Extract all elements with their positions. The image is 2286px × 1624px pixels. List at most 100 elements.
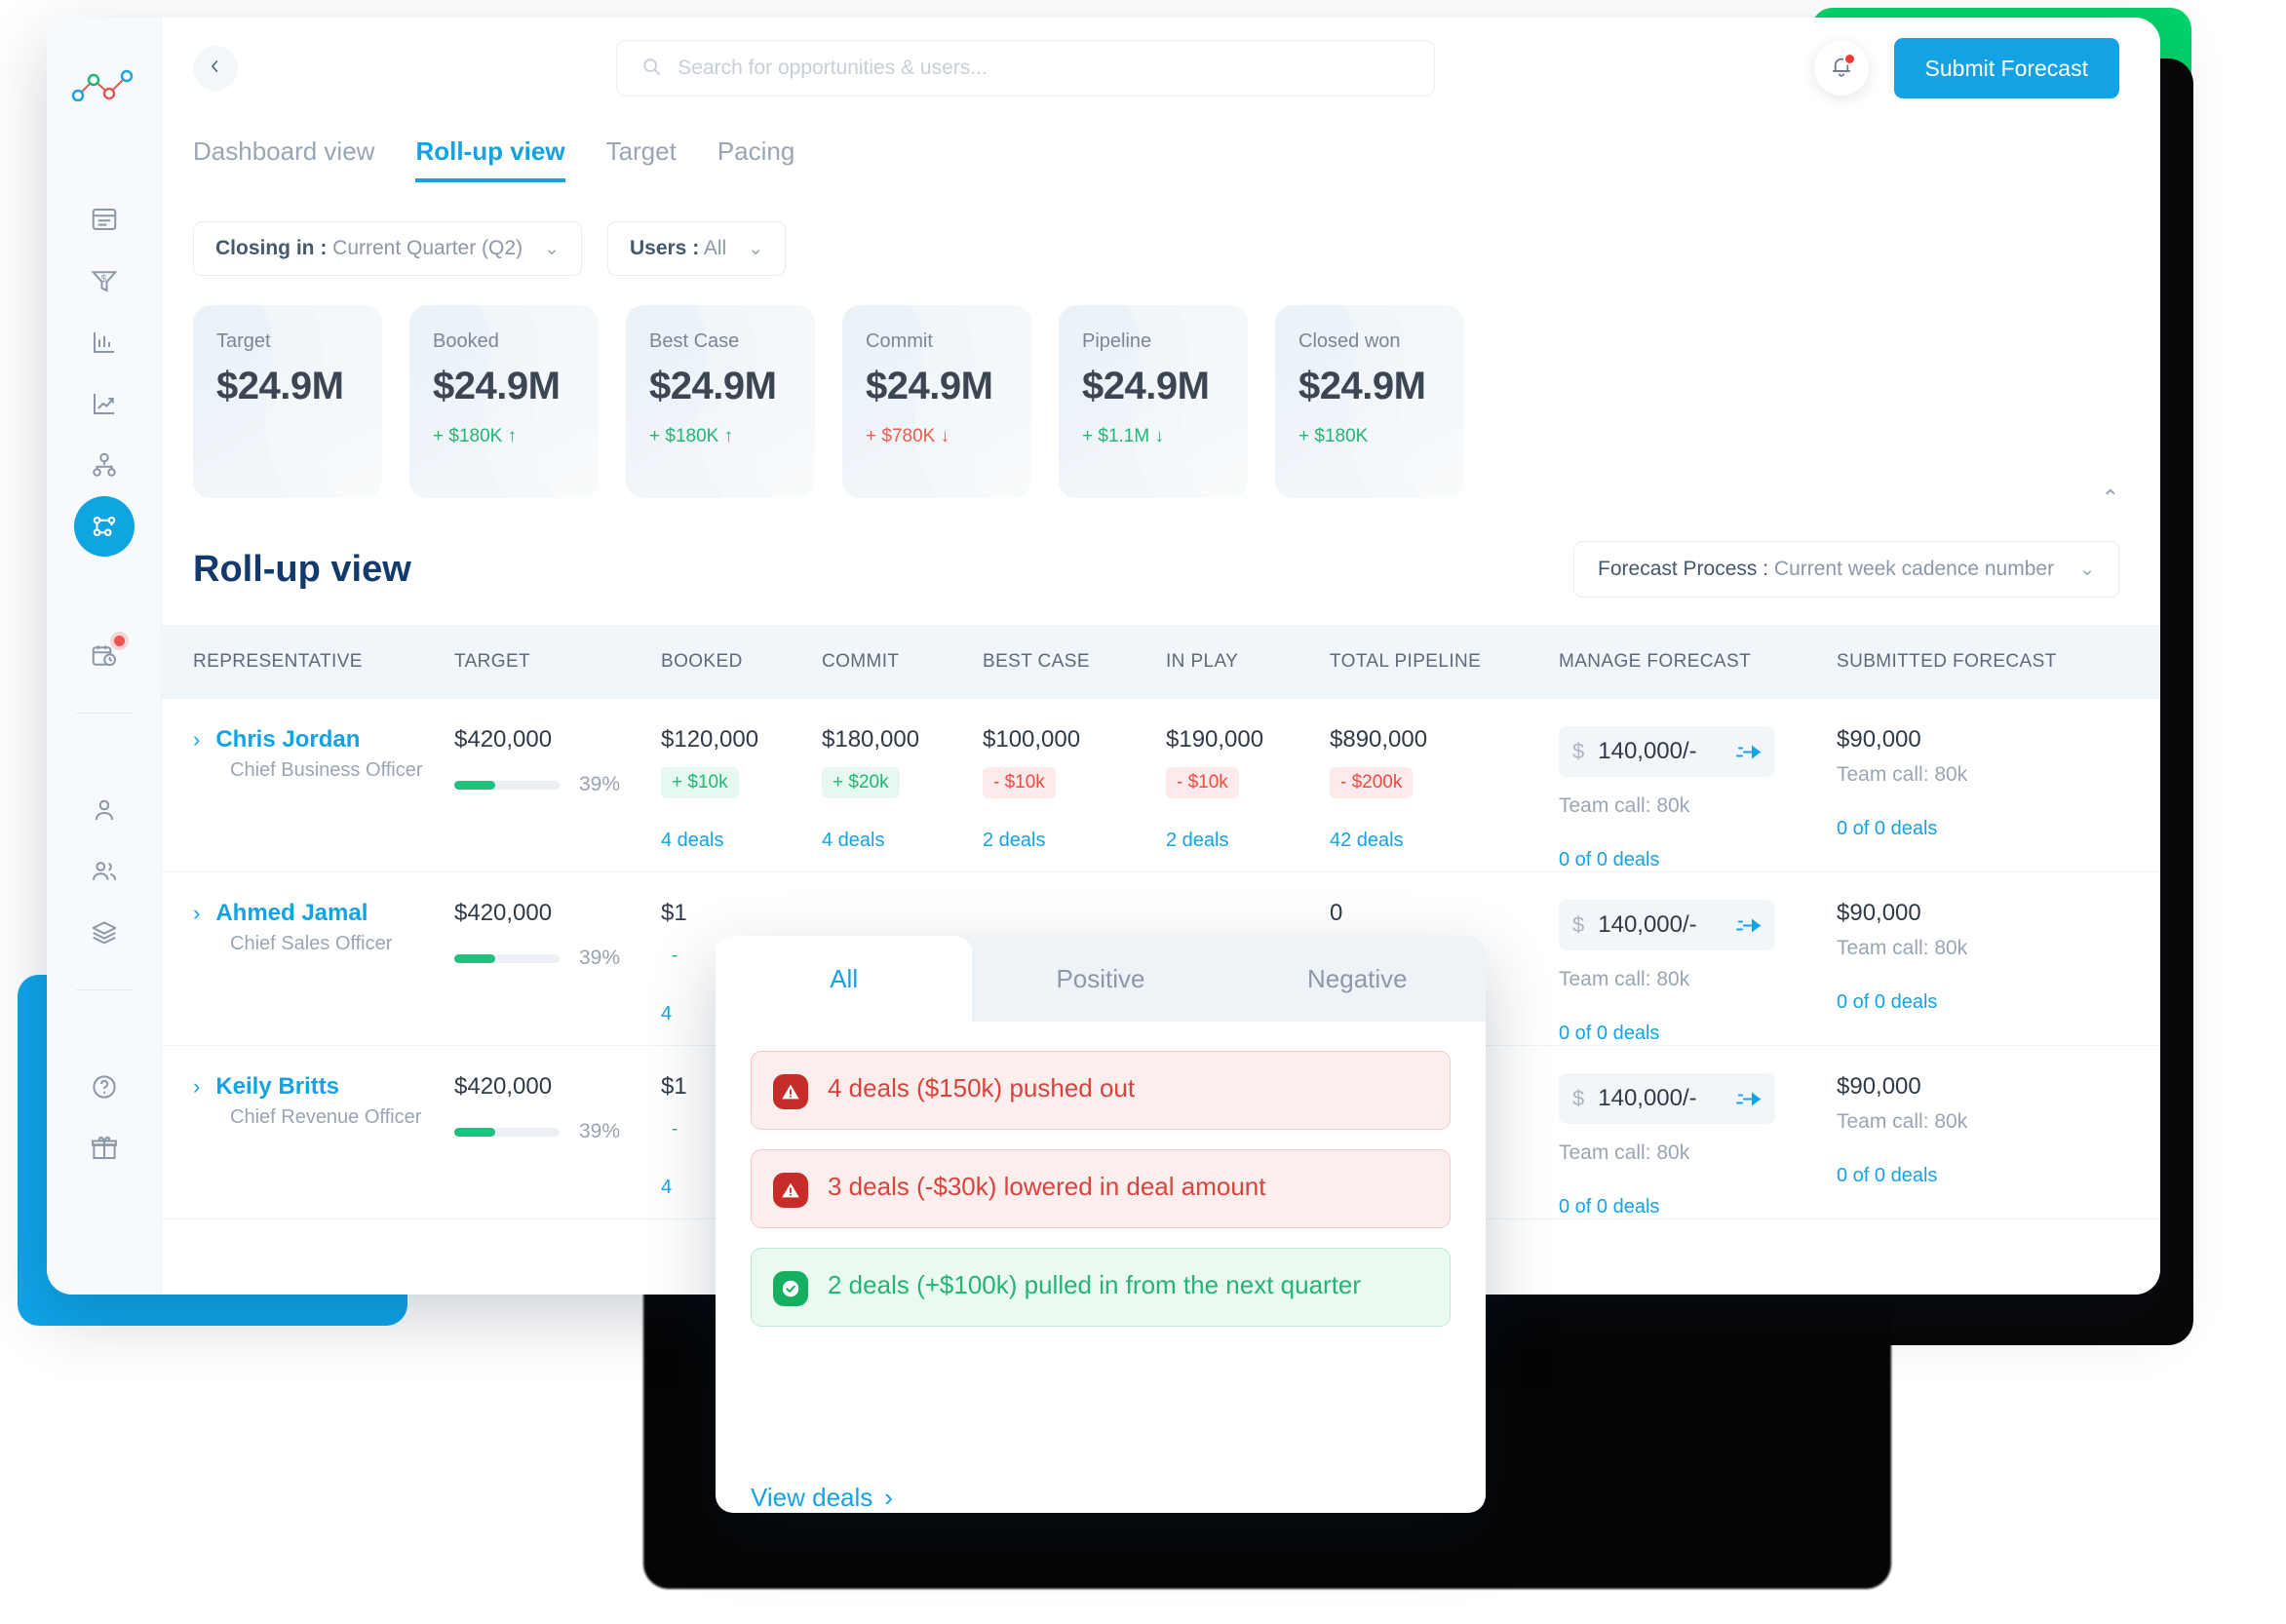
alert-item[interactable]: 3 deals (-$30k) lowered in deal amount [751,1149,1451,1228]
tab-target[interactable]: Target [606,136,677,182]
manage-team-call: Team call: 80k [1559,1141,1690,1164]
submitted-team-call: Team call: 80k [1837,763,1968,786]
popover-tabs: All Positive Negative [716,936,1486,1022]
search-box[interactable] [616,40,1436,97]
alert-item[interactable]: 2 deals (+$100k) pulled in from the next… [751,1248,1451,1327]
target-progress-pct: 39% [579,947,621,969]
sidebar-item-team[interactable] [74,841,135,902]
kpi-label: Closed won [1298,330,1401,352]
cell-target: $420,000 39% [454,726,661,796]
send-icon[interactable] [1735,742,1762,762]
best-case-deals-link[interactable]: 2 deals [983,830,1166,852]
manage-deals-link[interactable]: 0 of 0 deals [1559,1023,1837,1045]
cell-submitted-forecast: $90,000 Team call: 80k 0 of 0 deals [1837,900,2110,1014]
page-title: Roll-up view [193,548,411,590]
cell-representative: › Chris Jordan Chief Business Officer [193,726,454,782]
filter-closing-in-key: Closing in : [215,237,328,259]
kpi-card-best-case[interactable]: Best Case $24.9M + $180K ↑ [626,305,815,498]
tab-dashboard-view[interactable]: Dashboard view [193,136,374,182]
kpi-card-closed-won[interactable]: Closed won $24.9M + $180K [1275,305,1464,498]
pipeline-amount: 0 [1330,900,1343,926]
kpi-card-commit[interactable]: Commit $24.9M + $780K ↓ [842,305,1031,498]
manage-deals-link[interactable]: 0 of 0 deals [1559,849,1837,871]
back-button[interactable] [193,46,238,91]
sidebar-item-help[interactable] [74,1057,135,1117]
submitted-team-call: Team call: 80k [1837,1110,1968,1133]
kpi-delta-value: + $180K [1298,426,1369,446]
cell-commit: $180,000 + $20k 4 deals [822,726,983,852]
send-icon[interactable] [1735,915,1762,936]
send-icon[interactable] [1735,1089,1762,1109]
manage-forecast-value[interactable]: 140,000/- [1598,738,1722,765]
submitted-deals-link[interactable]: 0 of 0 deals [1837,818,2110,840]
pipeline-deals-link[interactable]: 42 deals [1330,830,1559,852]
alert-item[interactable]: 4 deals ($150k) pushed out [751,1051,1451,1130]
sidebar-item-trends[interactable] [74,373,135,434]
manage-forecast-value[interactable]: 140,000/- [1598,911,1722,939]
chevron-down-icon: ⌄ [2079,559,2095,580]
user-icon [90,795,119,825]
filter-users[interactable]: Users : All ⌄ [606,221,787,276]
expand-row-icon[interactable]: › [193,1074,200,1100]
manage-deals-link[interactable]: 0 of 0 deals [1559,1196,1837,1218]
in-play-deals-link[interactable]: 2 deals [1166,830,1330,852]
filter-closing-in[interactable]: Closing in : Current Quarter (Q2) ⌄ [193,221,582,276]
cell-submitted-forecast: $90,000 Team call: 80k 0 of 0 deals [1837,1073,2110,1187]
table-row[interactable]: › Chris Jordan Chief Business Officer $4… [162,699,2160,872]
expand-row-icon[interactable]: › [193,727,200,753]
submit-forecast-button[interactable]: Submit Forecast [1893,38,2119,98]
kpi-card-booked[interactable]: Booked $24.9M + $180K ↑ [409,305,599,498]
sidebar-item-rewards[interactable] [74,1118,135,1179]
representative-role: Chief Business Officer [230,759,423,781]
sidebar-item-reports[interactable] [74,312,135,372]
manage-forecast-input[interactable]: $ 140,000/- [1559,1073,1775,1124]
popover-tab-positive[interactable]: Positive [972,936,1228,1022]
svg-text:$: $ [100,274,106,285]
search-input[interactable] [678,57,1412,80]
kpi-card-target[interactable]: Target $24.9M [193,305,382,498]
warning-icon [773,1173,808,1208]
cell-manage-forecast: $ 140,000/- Team call: 80k 0 of 0 deals [1559,726,1837,871]
alert-text: 3 deals (-$30k) lowered in deal amount [828,1172,1266,1201]
sidebar-item-profile[interactable] [74,780,135,840]
representative-name[interactable]: Ahmed Jamal [215,900,368,927]
submitted-deals-link[interactable]: 0 of 0 deals [1837,1165,2110,1187]
representative-name[interactable]: Chris Jordan [215,726,360,754]
view-deals-link[interactable]: View deals › [716,1455,1486,1513]
line-chart-logo[interactable] [70,66,138,111]
manage-forecast-input[interactable]: $ 140,000/- [1559,726,1775,777]
commit-delta-chip: + $20k [822,767,900,798]
sidebar-item-rollup[interactable] [73,496,135,557]
representative-name[interactable]: Keily Britts [215,1073,339,1101]
chevron-down-icon: ⌄ [748,238,764,259]
booked-deals-link[interactable]: 4 deals [661,830,822,852]
manage-forecast-input[interactable]: $ 140,000/- [1559,900,1775,950]
view-tabs: Dashboard view Roll-up view Target Pacin… [162,119,2160,182]
filter-forecast-process[interactable]: Forecast Process : Current week cadence … [1573,541,2119,598]
popover-tab-all[interactable]: All [716,936,973,1022]
notifications-button[interactable] [1813,41,1869,96]
tab-rollup-view[interactable]: Roll-up view [415,136,565,182]
kpi-card-pipeline[interactable]: Pipeline $24.9M + $1.1M ↓ [1059,305,1248,498]
layers-icon [90,918,119,947]
check-circle-icon [773,1271,808,1306]
expand-row-icon[interactable]: › [193,901,200,926]
sidebar-item-library[interactable] [74,903,135,963]
sidebar-item-dashboard[interactable] [74,189,135,250]
forecast-process-key: Forecast Process : [1598,558,1769,580]
sidebar-item-cadence[interactable] [74,626,135,686]
submitted-amount: $90,000 [1837,726,1921,753]
search-icon [640,56,662,82]
commit-deals-link[interactable]: 4 deals [822,830,983,852]
popover-tab-negative[interactable]: Negative [1229,936,1486,1022]
sidebar-item-hierarchy[interactable] [74,435,135,495]
submitted-deals-link[interactable]: 0 of 0 deals [1837,991,2110,1014]
tab-pacing[interactable]: Pacing [717,136,795,182]
collapse-cards-button[interactable]: ⌃ [2102,485,2119,511]
table-header-row: REPRESENTATIVE TARGET BOOKED COMMIT BEST… [162,625,2160,699]
manage-forecast-value[interactable]: 140,000/- [1598,1085,1722,1112]
cell-submitted-forecast: $90,000 Team call: 80k 0 of 0 deals [1837,726,2110,840]
top-bar-actions: Submit Forecast [1813,38,2119,98]
forecast-process-value: Current week cadence number [1773,558,2055,580]
sidebar-item-deals[interactable]: $ [74,251,135,311]
